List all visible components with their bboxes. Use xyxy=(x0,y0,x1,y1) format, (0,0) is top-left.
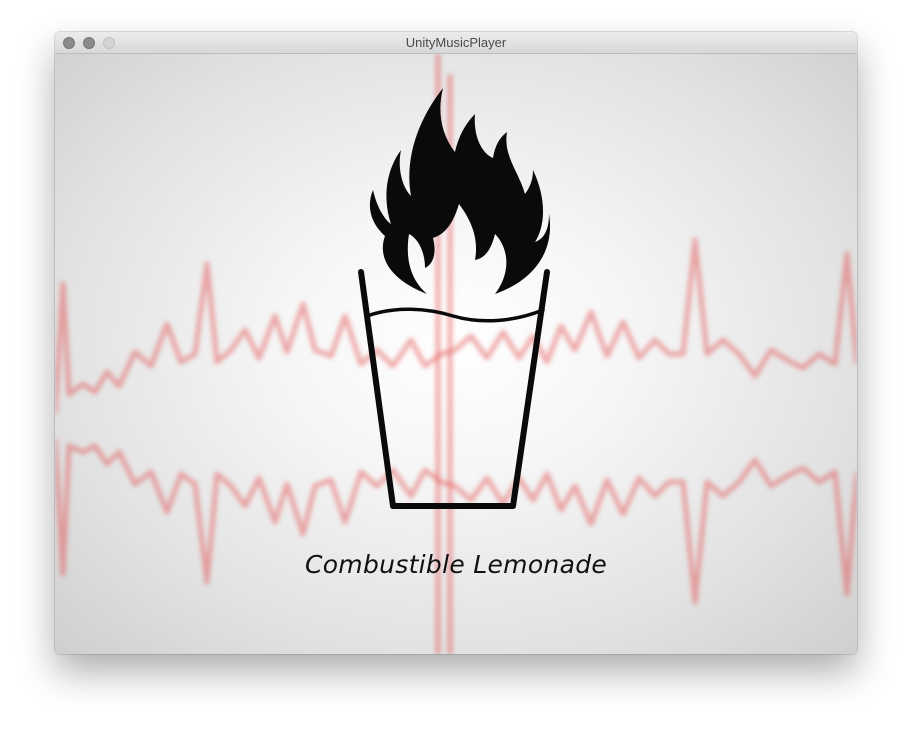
window-titlebar[interactable]: UnityMusicPlayer xyxy=(55,32,857,54)
window-title: UnityMusicPlayer xyxy=(405,35,507,50)
player-view: Combustible Lemonade xyxy=(55,54,857,654)
app-window: UnityMusicPlayer Combustible Lemonade xyxy=(55,32,857,654)
track-title: Combustible Lemonade xyxy=(304,550,608,579)
